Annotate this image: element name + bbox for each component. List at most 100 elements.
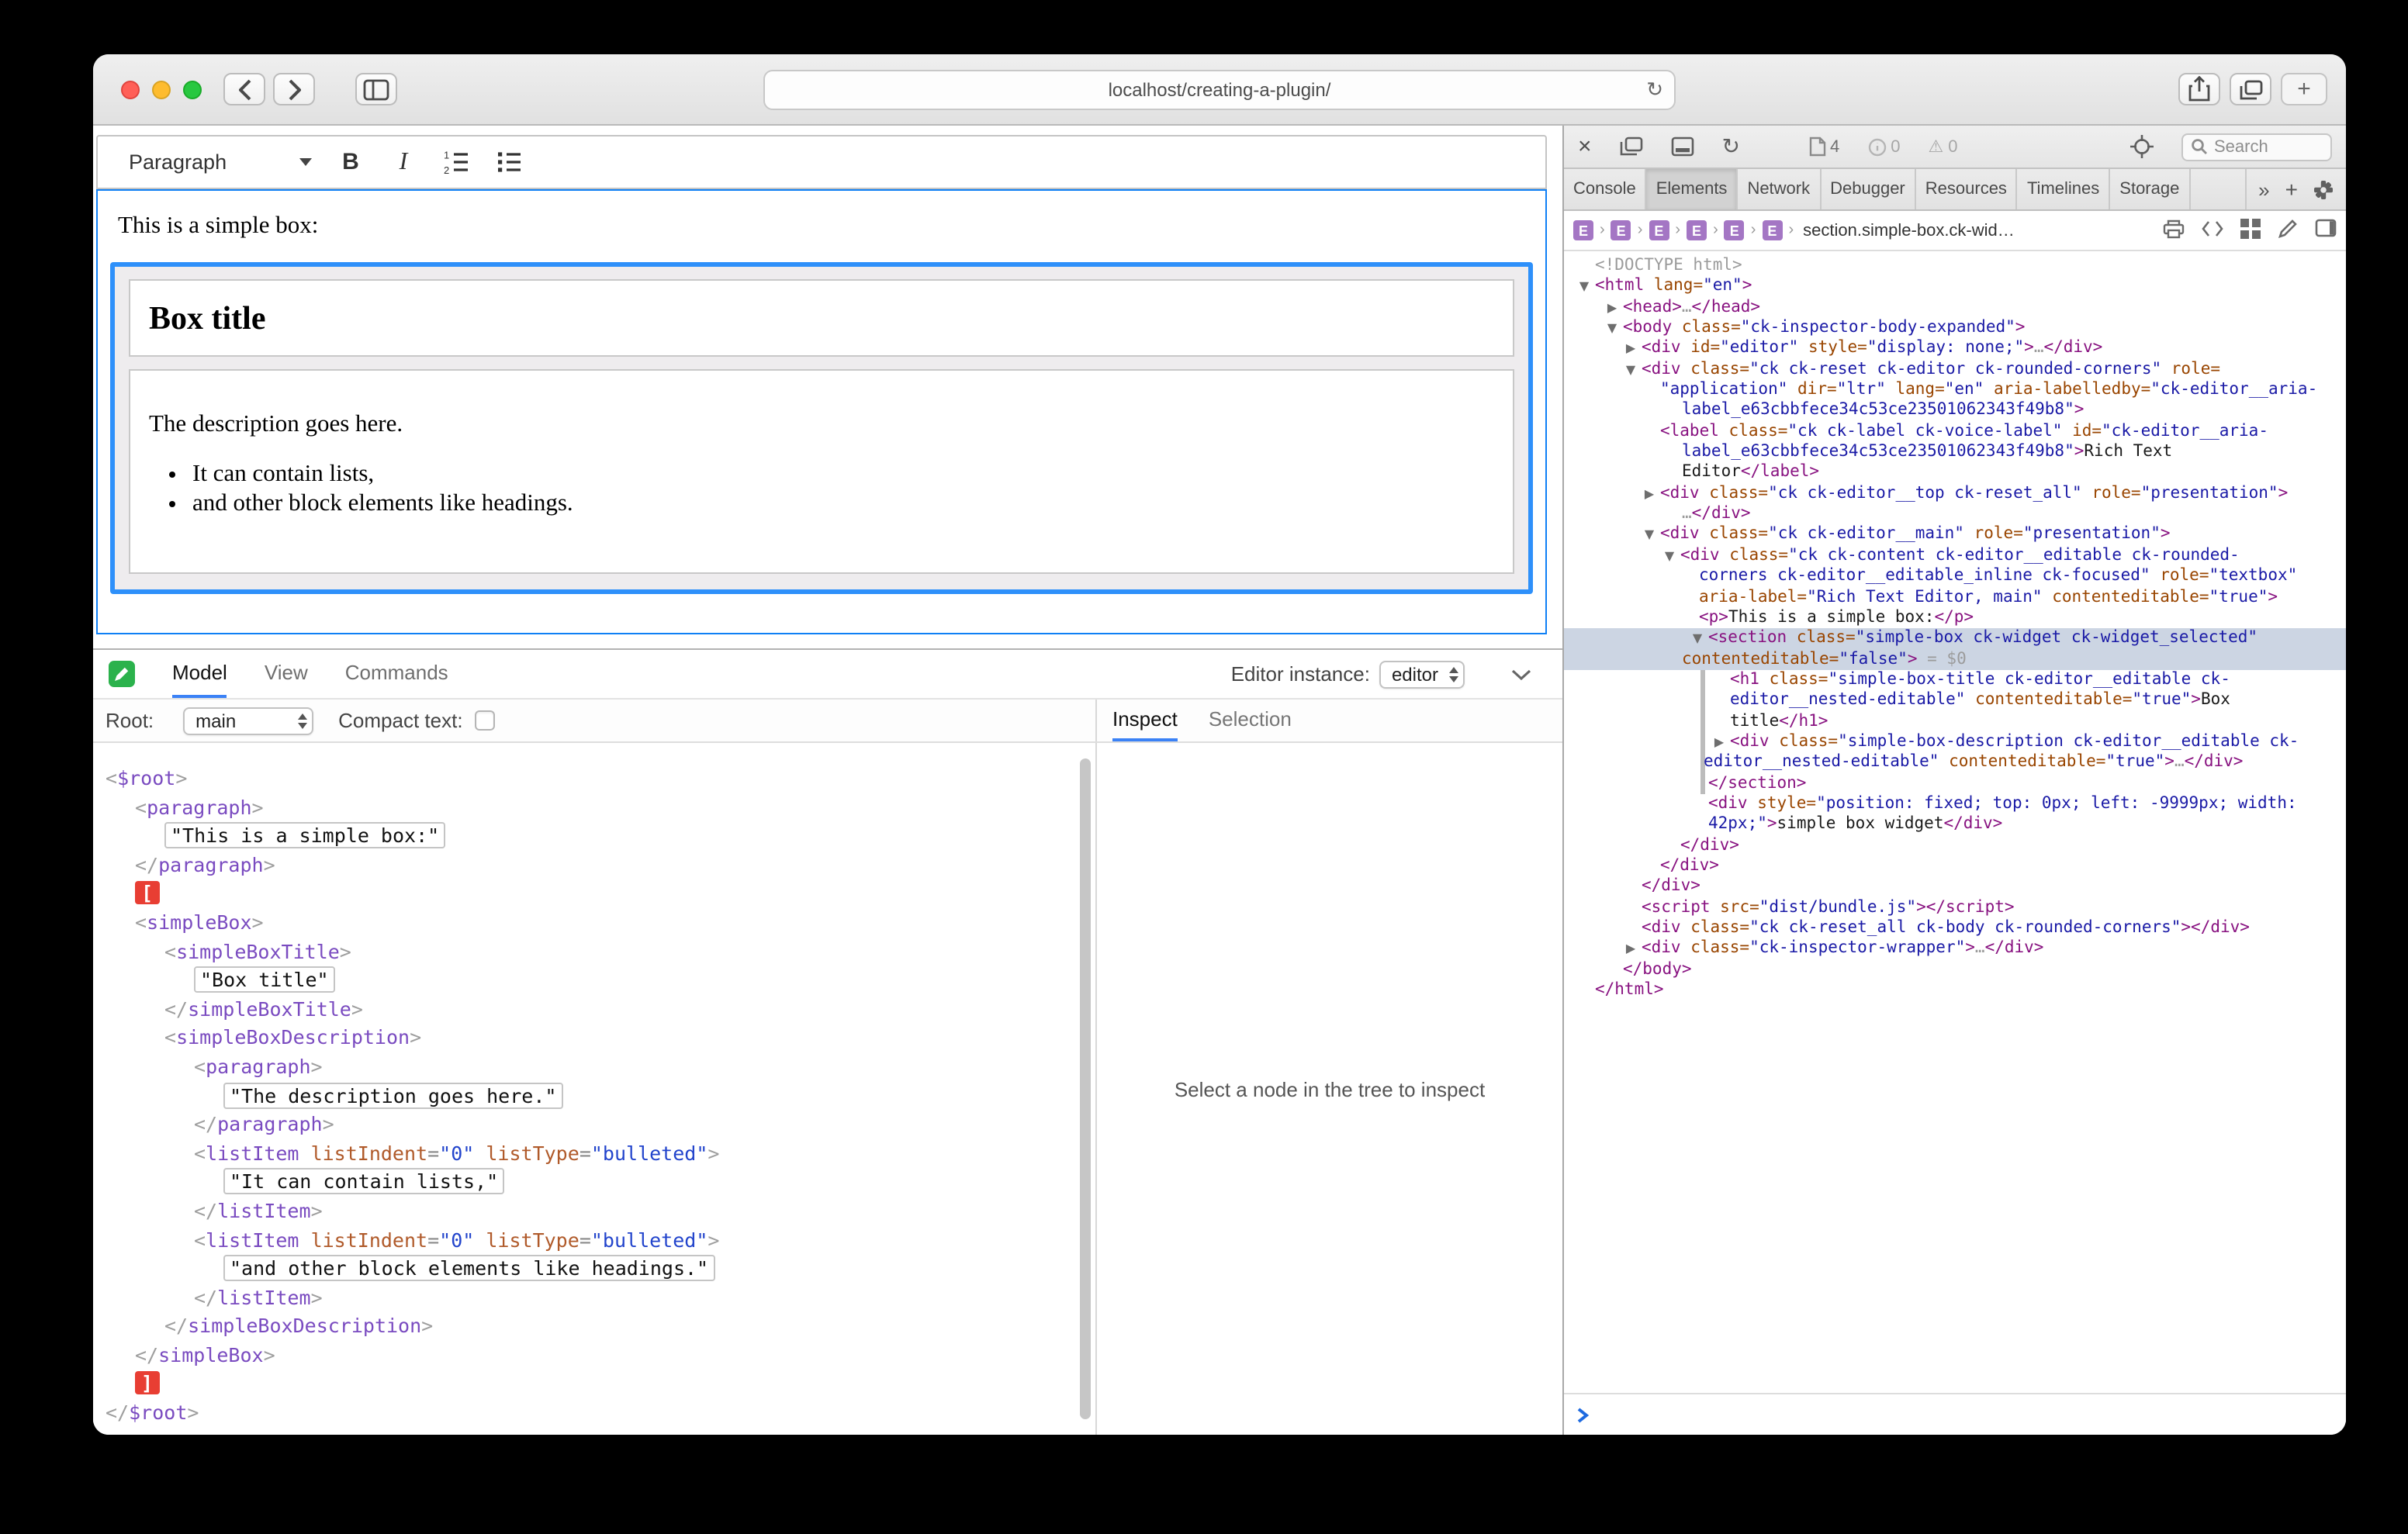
bold-button[interactable]: B (324, 140, 377, 184)
box-description-editable[interactable]: The description goes here. It can contai… (129, 369, 1514, 574)
editor-instance-select[interactable]: editor (1379, 660, 1465, 688)
italic-button[interactable]: I (377, 140, 430, 184)
paragraph-style-dropdown[interactable]: Paragraph (129, 150, 312, 174)
dom-tree-node[interactable]: Editor</label> (1564, 463, 2346, 484)
dom-tree-node[interactable]: corners ck-editor__editable_inline ck-fo… (1564, 566, 2346, 587)
dom-tree-node[interactable]: contenteditable="false"> = $0 (1564, 649, 2346, 670)
model-tree-node[interactable]: <listItem listIndent="0" listType="bulle… (93, 1226, 1095, 1255)
model-tree-node[interactable]: </simpleBoxDescription> (93, 1313, 1095, 1342)
model-tree-node[interactable]: </simpleBox> (93, 1342, 1095, 1370)
back-button[interactable] (223, 73, 265, 105)
tab-storage[interactable]: Storage (2110, 169, 2190, 209)
disclosure-closed-icon[interactable]: ▶ (1710, 732, 1728, 753)
console-prompt[interactable] (1564, 1393, 2346, 1435)
dom-tree-node[interactable]: ▶<head>…</head> (1564, 297, 2346, 318)
element-badge-icon[interactable]: E (1762, 220, 1782, 240)
model-tree-node[interactable]: </paragraph> (93, 1111, 1095, 1139)
model-tree-node[interactable]: "This is a simple box:" (93, 822, 1095, 851)
tab-model[interactable]: Model (172, 650, 227, 698)
disclosure-closed-icon[interactable]: ▶ (1640, 484, 1659, 505)
sidebar-toggle-button[interactable] (355, 73, 397, 105)
disclosure-open-icon[interactable]: ▼ (1688, 628, 1707, 649)
dom-tree-node[interactable]: </div> (1564, 877, 2346, 898)
dom-tree-node[interactable]: <script src="dist/bundle.js"></script> (1564, 897, 2346, 918)
paragraph-text[interactable]: This is a simple box: (118, 212, 1525, 240)
add-tab-button[interactable]: + (2285, 177, 2298, 202)
forward-button[interactable] (273, 73, 315, 105)
tab-selection[interactable]: Selection (1209, 700, 1292, 741)
reload-icon[interactable]: ↻ (1646, 77, 1663, 102)
scrollbar[interactable] (1080, 755, 1091, 1425)
element-badge-icon[interactable]: E (1573, 220, 1593, 240)
dom-tree-node[interactable]: <p>This is a simple box:</p> (1564, 608, 2346, 629)
dom-tree-node[interactable]: label_e63cbbfece34c53ce23501062343f49b8"… (1564, 442, 2346, 463)
more-tabs-button[interactable]: » (2258, 178, 2269, 201)
dom-tree-node[interactable]: ▼<div class="ck ck-reset ck-editor ck-ro… (1564, 359, 2346, 380)
dom-tree-node[interactable]: <div style="position: fixed; top: 0px; l… (1564, 794, 2346, 815)
dom-tree-node[interactable]: </section> (1564, 773, 2346, 794)
model-tree-node[interactable]: [ (93, 880, 1095, 909)
dom-tree-node[interactable]: ▶<div class="ck-inspector-wrapper">…</di… (1564, 939, 2346, 960)
model-tree-node[interactable]: </$root> (93, 1399, 1095, 1428)
model-tree-node[interactable]: <paragraph> (93, 1053, 1095, 1082)
model-tree-node[interactable]: <listItem listIndent="0" listType="bulle… (93, 1139, 1095, 1168)
root-select[interactable]: main (183, 707, 313, 734)
model-tree-node[interactable]: "Box title" (93, 966, 1095, 995)
dom-tree-node[interactable]: label_e63cbbfece34c53ce23501062343f49b8"… (1564, 401, 2346, 422)
numbered-list-button[interactable]: 12 (430, 140, 483, 184)
dom-tree-node[interactable]: <div class="ck ck-reset_all ck-body ck-r… (1564, 918, 2346, 939)
edit-pencil-icon[interactable] (2278, 218, 2298, 243)
grid-icon[interactable] (2240, 218, 2261, 243)
dom-tree-node[interactable]: ▼<section class="simple-box ck-widget ck… (1564, 628, 2346, 649)
dom-tree-node[interactable]: …</div> (1564, 504, 2346, 525)
dom-tree-node[interactable]: <h1 class="simple-box-title ck-editor__e… (1564, 670, 2346, 691)
disclosure-open-icon[interactable]: ▼ (1621, 359, 1640, 380)
dom-tree-node[interactable]: title</h1> (1564, 711, 2346, 732)
zoom-window-button[interactable] (183, 80, 202, 98)
dom-tree-node[interactable]: </html> (1564, 980, 2346, 1001)
dom-tree-node[interactable]: ▶<div class="ck ck-editor__top ck-reset_… (1564, 484, 2346, 505)
model-tree-node[interactable]: <simpleBoxTitle> (93, 938, 1095, 966)
tab-commands[interactable]: Commands (345, 650, 448, 698)
tab-overview-button[interactable] (2230, 73, 2271, 105)
dom-tree-node[interactable]: aria-label="Rich Text Editor, main" cont… (1564, 587, 2346, 608)
dom-tree-node[interactable]: "application" dir="ltr" lang="en" aria-l… (1564, 380, 2346, 401)
model-tree-node[interactable]: "and other block elements like headings.… (93, 1255, 1095, 1284)
disclosure-closed-icon[interactable]: ▶ (1603, 297, 1621, 318)
dom-tree-node[interactable]: ▼<body class="ck-inspector-body-expanded… (1564, 318, 2346, 339)
collapse-inspector-button[interactable] (1511, 668, 1531, 680)
model-tree-node[interactable]: <$root> (93, 765, 1095, 793)
dock-bottom-button[interactable] (1671, 136, 1694, 157)
tab-console[interactable]: Console (1564, 169, 1647, 209)
model-tree-node[interactable]: </simpleBoxTitle> (93, 996, 1095, 1024)
disclosure-open-icon[interactable]: ▼ (1603, 318, 1621, 339)
model-tree-node[interactable]: <simpleBox> (93, 909, 1095, 938)
search-input[interactable] (2214, 137, 2313, 156)
address-bar[interactable]: localhost/creating-a-plugin/ ↻ (763, 69, 1676, 109)
reload-page-button[interactable]: ↻ (1722, 133, 1740, 160)
tab-inspect[interactable]: Inspect (1112, 700, 1178, 741)
share-button[interactable] (2178, 73, 2220, 105)
dom-tree-node[interactable]: </div> (1564, 835, 2346, 856)
tab-view[interactable]: View (265, 650, 308, 698)
settings-gear-icon[interactable] (2313, 179, 2334, 199)
search-field[interactable] (2181, 133, 2332, 161)
simple-box-widget[interactable]: Box title The description goes here. It … (110, 262, 1533, 594)
dom-tree-node[interactable]: </body> (1564, 959, 2346, 980)
dom-tree-node[interactable]: ▼<html lang="en"> (1564, 277, 2346, 298)
model-tree-node[interactable]: </listItem> (93, 1197, 1095, 1226)
tab-network[interactable]: Network (1738, 169, 1821, 209)
dom-tree-node[interactable]: ▼<div class="ck ck-editor__main" role="p… (1564, 525, 2346, 546)
element-badge-icon[interactable]: E (1649, 220, 1669, 240)
dom-tree-node[interactable]: ▶<div id="editor" style="display: none;"… (1564, 339, 2346, 360)
tab-debugger[interactable]: Debugger (1821, 169, 1916, 209)
disclosure-open-icon[interactable]: ▼ (1640, 525, 1659, 546)
new-tab-button[interactable]: + (2281, 73, 2327, 105)
model-tree-node[interactable]: </paragraph> (93, 852, 1095, 880)
dom-tree-node[interactable]: ▼<div class="ck ck-content ck-editor__ed… (1564, 546, 2346, 567)
tab-resources[interactable]: Resources (1916, 169, 2018, 209)
dom-tree-node[interactable]: <!DOCTYPE html> (1564, 256, 2346, 277)
close-window-button[interactable] (121, 80, 140, 98)
tab-timelines[interactable]: Timelines (2018, 169, 2110, 209)
scrollbar-thumb[interactable] (1080, 758, 1091, 1419)
